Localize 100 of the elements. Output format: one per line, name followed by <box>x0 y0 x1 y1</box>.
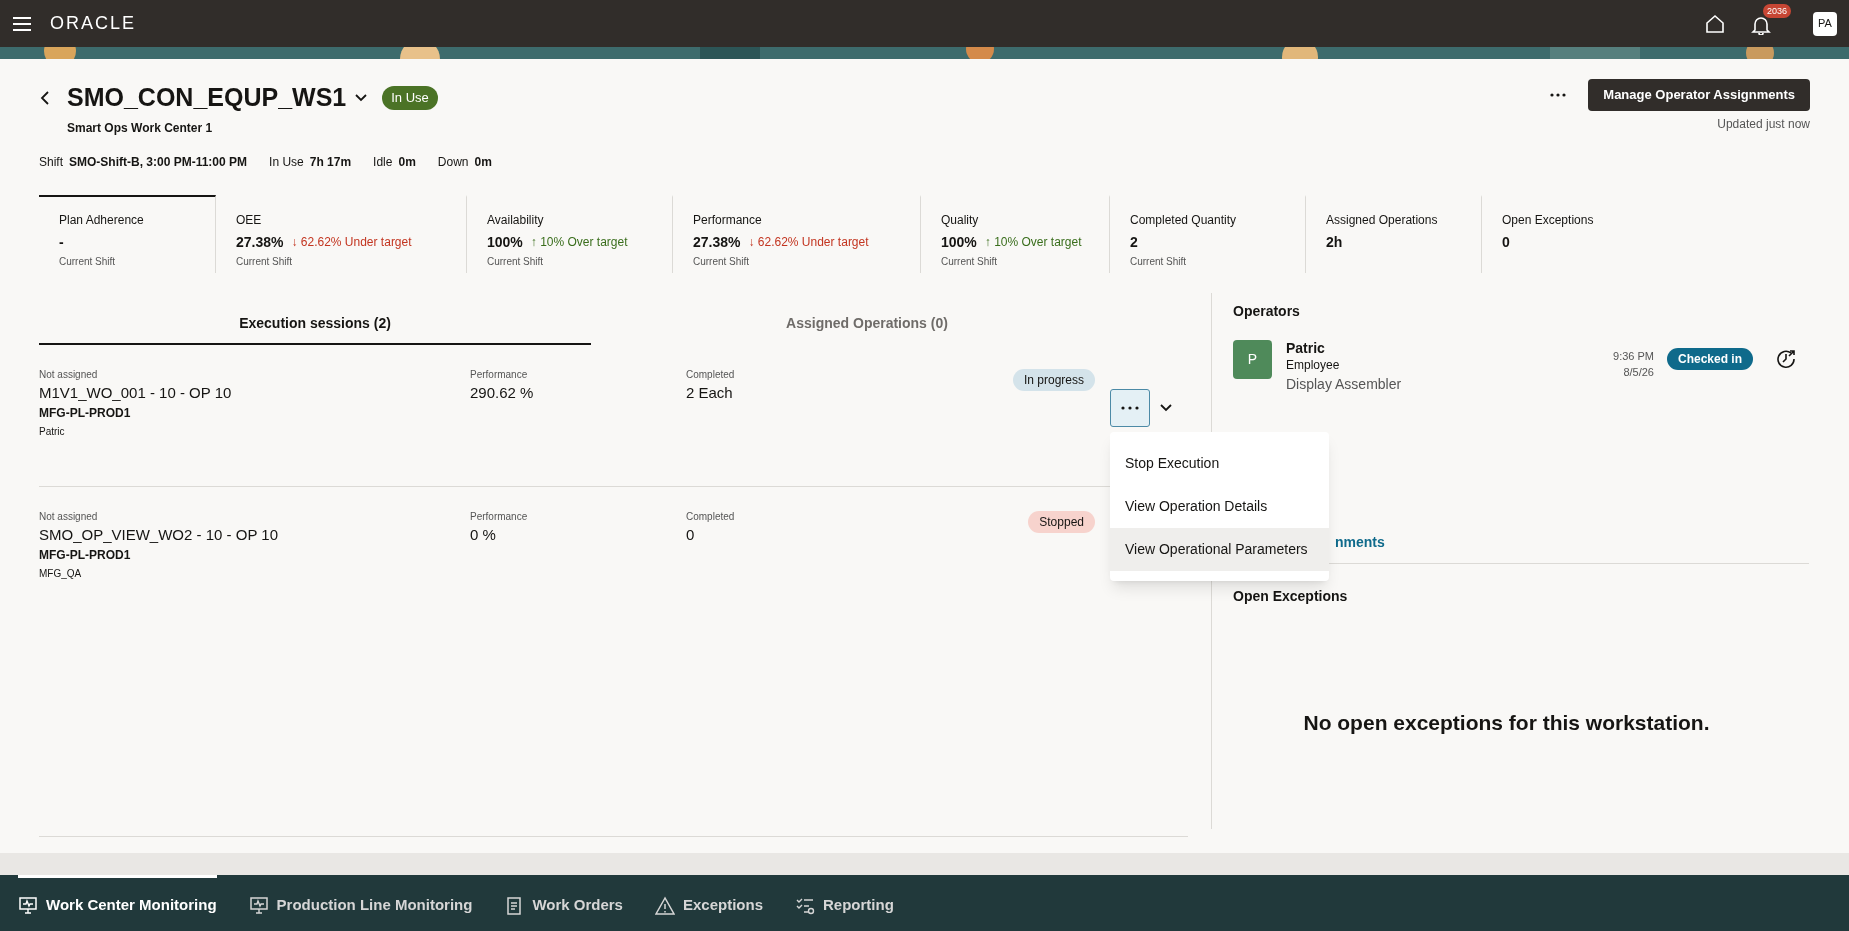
metric-label: Completed <box>686 509 736 524</box>
metric-value: 0 % <box>470 524 497 545</box>
kpi-tile[interactable]: Quality 100% ↑ 10% Over target Current Shift <box>921 194 1110 273</box>
operator-job: Display Assembler <box>1286 374 1403 394</box>
kpi-delta: ↑ 10% Over target <box>530 234 628 251</box>
kpi-value: 100% <box>941 232 977 252</box>
more-icon[interactable] <box>1550 93 1567 97</box>
avatar: P <box>1233 339 1272 379</box>
kpi-delta: ↓ 62.62% Under target <box>748 234 869 251</box>
time-label: In Use <box>269 153 304 171</box>
check-in-date: 8/5/26 <box>1623 365 1654 380</box>
kpi-value: - <box>59 232 64 252</box>
notification-icon[interactable] <box>1751 14 1771 35</box>
kpi-value: 100% <box>487 232 523 252</box>
check-in-time: 9:36 PM <box>1613 348 1654 364</box>
nav-tab[interactable]: Work Orders <box>504 875 623 931</box>
operator-name: Patric <box>39 425 66 439</box>
kpi-label: Plan Adherence <box>59 211 145 229</box>
section-title: Operators <box>1233 301 1301 321</box>
metric-label: Completed <box>686 367 736 382</box>
kpi-tile[interactable]: OEE 27.38% ↓ 62.62% Under target Current Shift <box>216 194 467 273</box>
metric-label: Performance <box>470 367 529 382</box>
user-avatar[interactable]: PA <box>1813 11 1837 36</box>
menu-item[interactable]: Stop Execution <box>1110 441 1329 485</box>
section-title: Open Exceptions <box>1233 586 1349 606</box>
kpi-subtext: Current Shift <box>693 254 751 269</box>
menu-item[interactable]: View Operational Parameters <box>1110 527 1329 571</box>
time-label: Down <box>437 153 469 171</box>
nav-tab[interactable]: Reporting <box>795 875 894 931</box>
menu-icon[interactable] <box>12 15 32 32</box>
metric-label: Performance <box>470 509 529 524</box>
tab[interactable]: Execution sessions (2) <box>39 292 591 345</box>
update-status: Updated just now <box>1717 116 1810 133</box>
operation-name: M1V1_WO_001 - 10 - OP 10 <box>39 382 233 403</box>
operation-name: SMO_OP_VIEW_WO2 - 10 - OP 10 <box>39 524 279 545</box>
kpi-tile[interactable]: Availability 100% ↑ 10% Over target Current Shift <box>467 194 673 273</box>
metric-value: 290.62 % <box>470 382 535 403</box>
shift-label: Shift <box>39 153 63 171</box>
kpi-tile[interactable]: Performance 27.38% ↓ 62.62% Under target Current Shift <box>673 194 921 273</box>
kpi-tile[interactable]: Assigned Operations 2h <box>1306 194 1482 273</box>
kpi-tile[interactable]: Completed Quantity 2 Current Shift <box>1110 194 1306 273</box>
time-label: Idle <box>373 153 393 171</box>
chevron-down-icon[interactable] <box>1160 403 1172 412</box>
assignments-link[interactable]: nments <box>1335 531 1810 553</box>
chevron-down-icon[interactable] <box>354 92 369 103</box>
kpi-label: Quality <box>941 211 980 229</box>
nav-tab[interactable]: Production Line Monitoring <box>248 875 473 931</box>
kpi-subtext: Current Shift <box>941 254 999 269</box>
page-title: SMO_CON_EQUP_WS1 <box>67 82 347 113</box>
kpi-label: Completed Quantity <box>1130 211 1238 229</box>
operator-name: Patric <box>1286 339 1326 356</box>
kpi-label: Assigned Operations <box>1326 211 1439 229</box>
operator-name: MFG_QA <box>39 567 83 581</box>
production-line: MFG-PL-PROD1 <box>39 547 132 564</box>
status-badge: In Use <box>382 86 438 110</box>
manage-assignments-button[interactable]: Manage Operator Assignments <box>1588 79 1810 111</box>
menu-item[interactable]: View Operation Details <box>1110 484 1329 528</box>
time-value: 0m <box>398 153 416 171</box>
monitor-icon <box>18 895 38 916</box>
metric-value: 2 Each <box>686 382 734 403</box>
kpi-tile[interactable]: Plan Adherence - Current Shift <box>39 194 216 273</box>
metric-value: 0 <box>686 524 696 545</box>
kpi-subtext: Current Shift <box>1130 254 1188 269</box>
kpi-delta: ↓ 62.62% Under target <box>291 234 412 251</box>
notification-badge: 2036 <box>1763 3 1792 18</box>
status-badge: Checked in <box>1667 347 1754 370</box>
time-value: 0m <box>474 153 492 171</box>
tab[interactable]: Assigned Operations (0) <box>591 292 1143 345</box>
kpi-label: Open Exceptions <box>1502 211 1595 229</box>
kpi-subtext: Current Shift <box>236 254 294 269</box>
assignment-status: Not assigned <box>39 367 99 382</box>
status-badge: In progress <box>1012 368 1095 391</box>
brand-logo[interactable]: ORACLE <box>50 10 137 37</box>
kpi-value: 0 <box>1502 232 1510 252</box>
empty-message: No open exceptions for this workstation. <box>1303 709 1710 736</box>
home-icon[interactable] <box>1705 13 1725 34</box>
nav-tab[interactable]: Exceptions <box>654 875 763 931</box>
status-badge: Stopped <box>1028 510 1095 533</box>
production-line: MFG-PL-PROD1 <box>39 405 132 422</box>
clock-arrow-icon[interactable] <box>1776 348 1797 369</box>
nav-tab[interactable]: Work Center Monitoring <box>18 875 217 931</box>
kpi-value: 27.38% <box>693 232 741 252</box>
back-icon[interactable] <box>39 89 51 106</box>
more-icon <box>1121 405 1139 410</box>
operator-role: Employee <box>1286 356 1341 374</box>
kpi-subtext: Current Shift <box>487 254 545 269</box>
shift-value: SMO-Shift-B, 3:00 PM-11:00 PM <box>69 153 248 171</box>
kpi-value: 27.38% <box>236 232 284 252</box>
kpi-label: Performance <box>693 211 763 229</box>
monitor-icon <box>248 895 269 916</box>
page-subtitle: Smart Ops Work Center 1 <box>67 119 214 137</box>
kpi-label: Availability <box>487 211 545 229</box>
more-button[interactable] <box>1110 388 1150 427</box>
kpi-value: 2h <box>1326 232 1343 252</box>
warning-icon <box>654 895 675 916</box>
kpi-tile[interactable]: Open Exceptions 0 <box>1482 194 1682 273</box>
kpi-subtext: Current Shift <box>59 254 117 269</box>
kpi-label: OEE <box>236 211 263 229</box>
kpi-delta: ↑ 10% Over target <box>984 234 1082 251</box>
kpi-value: 2 <box>1130 232 1138 252</box>
